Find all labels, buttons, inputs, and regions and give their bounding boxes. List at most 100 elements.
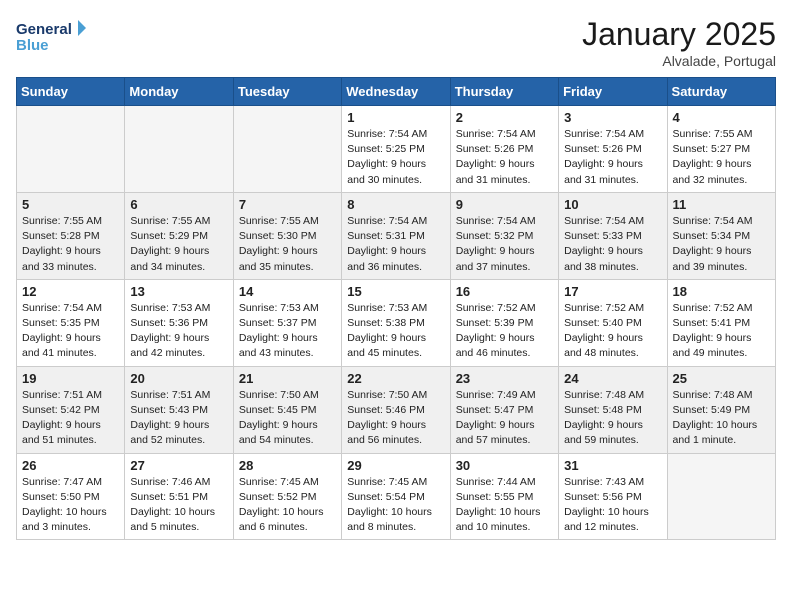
day-info: Sunrise: 7:45 AM Sunset: 5:54 PM Dayligh…	[347, 475, 444, 536]
calendar-cell	[233, 106, 341, 193]
weekday-header-wednesday: Wednesday	[342, 78, 450, 106]
calendar-cell: 5 Sunrise: 7:55 AM Sunset: 5:28 PM Daylig…	[17, 192, 125, 279]
day-info: Sunrise: 7:55 AM Sunset: 5:28 PM Dayligh…	[22, 214, 119, 275]
day-number: 25	[673, 371, 770, 386]
calendar-cell: 9Sunrise: 7:54 AM Sunset: 5:32 PM Daylig…	[450, 192, 558, 279]
calendar-cell: 3 Sunrise: 7:54 AM Sunset: 5:26 PM Daylig…	[559, 106, 667, 193]
calendar-cell: 20 Sunrise: 7:51 AM Sunset: 5:43 PM Dayli…	[125, 366, 233, 453]
title-block: January 2025 Alvalade, Portugal	[582, 16, 776, 69]
weekday-header-sunday: Sunday	[17, 78, 125, 106]
day-info: Sunrise: 7:52 AM Sunset: 5:40 PM Dayligh…	[564, 301, 661, 362]
day-info: Sunrise: 7:55 AM Sunset: 5:29 PM Dayligh…	[130, 214, 227, 275]
day-info: Sunrise: 7:54 AM Sunset: 5:25 PM Dayligh…	[347, 127, 444, 188]
weekday-header-row: SundayMondayTuesdayWednesdayThursdayFrid…	[17, 78, 776, 106]
weekday-header-friday: Friday	[559, 78, 667, 106]
weekday-header-monday: Monday	[125, 78, 233, 106]
calendar-cell: 18 Sunrise: 7:52 AM Sunset: 5:41 PM Dayli…	[667, 279, 775, 366]
day-info: Sunrise: 7:54 AM Sunset: 5:32 PM Dayligh…	[456, 214, 553, 275]
day-number: 19	[22, 371, 119, 386]
calendar-cell: 29 Sunrise: 7:45 AM Sunset: 5:54 PM Dayli…	[342, 453, 450, 540]
svg-text:Blue: Blue	[16, 37, 49, 54]
day-number: 18	[673, 284, 770, 299]
day-number: 28	[239, 458, 336, 473]
calendar-cell: 31 Sunrise: 7:43 AM Sunset: 5:56 PM Dayli…	[559, 453, 667, 540]
day-number: 23	[456, 371, 553, 386]
weekday-header-tuesday: Tuesday	[233, 78, 341, 106]
day-info: Sunrise: 7:50 AM Sunset: 5:46 PM Dayligh…	[347, 388, 444, 449]
day-info: Sunrise: 7:54 AM Sunset: 5:33 PM Dayligh…	[564, 214, 661, 275]
day-number: 31	[564, 458, 661, 473]
day-number: 27	[130, 458, 227, 473]
weekday-header-thursday: Thursday	[450, 78, 558, 106]
calendar-cell	[17, 106, 125, 193]
calendar-cell: 12 Sunrise: 7:54 AM Sunset: 5:35 PM Dayli…	[17, 279, 125, 366]
logo: General Blue	[16, 16, 86, 60]
day-info: Sunrise: 7:53 AM Sunset: 5:37 PM Dayligh…	[239, 301, 336, 362]
day-info: Sunrise: 7:53 AM Sunset: 5:36 PM Dayligh…	[130, 301, 227, 362]
day-number: 4	[673, 110, 770, 125]
day-number: 26	[22, 458, 119, 473]
day-number: 10	[564, 197, 661, 212]
day-number: 30	[456, 458, 553, 473]
day-info: Sunrise: 7:54 AM Sunset: 5:35 PM Dayligh…	[22, 301, 119, 362]
day-info: Sunrise: 7:51 AM Sunset: 5:43 PM Dayligh…	[130, 388, 227, 449]
day-number: 17	[564, 284, 661, 299]
day-number: 8	[347, 197, 444, 212]
calendar-cell: 11 Sunrise: 7:54 AM Sunset: 5:34 PM Dayli…	[667, 192, 775, 279]
location: Alvalade, Portugal	[582, 53, 776, 69]
calendar-cell: 27 Sunrise: 7:46 AM Sunset: 5:51 PM Dayli…	[125, 453, 233, 540]
day-number: 20	[130, 371, 227, 386]
calendar-cell: 8Sunrise: 7:54 AM Sunset: 5:31 PM Daylig…	[342, 192, 450, 279]
page-header: General Blue January 2025 Alvalade, Port…	[16, 16, 776, 69]
calendar-cell: 30 Sunrise: 7:44 AM Sunset: 5:55 PM Dayli…	[450, 453, 558, 540]
calendar-cell: 4 Sunrise: 7:55 AM Sunset: 5:27 PM Daylig…	[667, 106, 775, 193]
calendar-cell: 14 Sunrise: 7:53 AM Sunset: 5:37 PM Dayli…	[233, 279, 341, 366]
day-info: Sunrise: 7:53 AM Sunset: 5:38 PM Dayligh…	[347, 301, 444, 362]
day-number: 3	[564, 110, 661, 125]
calendar-cell: 19Sunrise: 7:51 AM Sunset: 5:42 PM Dayli…	[17, 366, 125, 453]
day-info: Sunrise: 7:54 AM Sunset: 5:26 PM Dayligh…	[564, 127, 661, 188]
day-number: 7	[239, 197, 336, 212]
calendar-cell: 16 Sunrise: 7:52 AM Sunset: 5:39 PM Dayli…	[450, 279, 558, 366]
day-info: Sunrise: 7:54 AM Sunset: 5:34 PM Dayligh…	[673, 214, 770, 275]
calendar-cell: 15Sunrise: 7:53 AM Sunset: 5:38 PM Dayli…	[342, 279, 450, 366]
calendar-week-row: 5 Sunrise: 7:55 AM Sunset: 5:28 PM Daylig…	[17, 192, 776, 279]
day-number: 6	[130, 197, 227, 212]
day-info: Sunrise: 7:44 AM Sunset: 5:55 PM Dayligh…	[456, 475, 553, 536]
calendar-cell: 21Sunrise: 7:50 AM Sunset: 5:45 PM Dayli…	[233, 366, 341, 453]
calendar-cell: 7 Sunrise: 7:55 AM Sunset: 5:30 PM Daylig…	[233, 192, 341, 279]
calendar-week-row: 26Sunrise: 7:47 AM Sunset: 5:50 PM Dayli…	[17, 453, 776, 540]
day-number: 11	[673, 197, 770, 212]
day-info: Sunrise: 7:55 AM Sunset: 5:27 PM Dayligh…	[673, 127, 770, 188]
calendar-cell: 2Sunrise: 7:54 AM Sunset: 5:26 PM Daylig…	[450, 106, 558, 193]
weekday-header-saturday: Saturday	[667, 78, 775, 106]
calendar-cell: 24 Sunrise: 7:48 AM Sunset: 5:48 PM Dayli…	[559, 366, 667, 453]
day-number: 24	[564, 371, 661, 386]
day-number: 14	[239, 284, 336, 299]
day-number: 5	[22, 197, 119, 212]
day-number: 1	[347, 110, 444, 125]
calendar-cell: 23Sunrise: 7:49 AM Sunset: 5:47 PM Dayli…	[450, 366, 558, 453]
day-info: Sunrise: 7:52 AM Sunset: 5:41 PM Dayligh…	[673, 301, 770, 362]
calendar-week-row: 12 Sunrise: 7:54 AM Sunset: 5:35 PM Dayli…	[17, 279, 776, 366]
day-number: 2	[456, 110, 553, 125]
calendar-cell: 26Sunrise: 7:47 AM Sunset: 5:50 PM Dayli…	[17, 453, 125, 540]
day-info: Sunrise: 7:55 AM Sunset: 5:30 PM Dayligh…	[239, 214, 336, 275]
day-number: 13	[130, 284, 227, 299]
calendar-cell: 10 Sunrise: 7:54 AM Sunset: 5:33 PM Dayli…	[559, 192, 667, 279]
calendar-cell: 6 Sunrise: 7:55 AM Sunset: 5:29 PM Daylig…	[125, 192, 233, 279]
day-number: 22	[347, 371, 444, 386]
calendar-cell	[125, 106, 233, 193]
day-info: Sunrise: 7:48 AM Sunset: 5:49 PM Dayligh…	[673, 388, 770, 449]
day-info: Sunrise: 7:43 AM Sunset: 5:56 PM Dayligh…	[564, 475, 661, 536]
day-number: 12	[22, 284, 119, 299]
day-info: Sunrise: 7:45 AM Sunset: 5:52 PM Dayligh…	[239, 475, 336, 536]
day-info: Sunrise: 7:48 AM Sunset: 5:48 PM Dayligh…	[564, 388, 661, 449]
day-info: Sunrise: 7:52 AM Sunset: 5:39 PM Dayligh…	[456, 301, 553, 362]
day-number: 16	[456, 284, 553, 299]
logo-svg: General Blue	[16, 16, 86, 60]
day-info: Sunrise: 7:46 AM Sunset: 5:51 PM Dayligh…	[130, 475, 227, 536]
day-number: 29	[347, 458, 444, 473]
calendar-cell: 25 Sunrise: 7:48 AM Sunset: 5:49 PM Dayli…	[667, 366, 775, 453]
calendar-cell: 17 Sunrise: 7:52 AM Sunset: 5:40 PM Dayli…	[559, 279, 667, 366]
